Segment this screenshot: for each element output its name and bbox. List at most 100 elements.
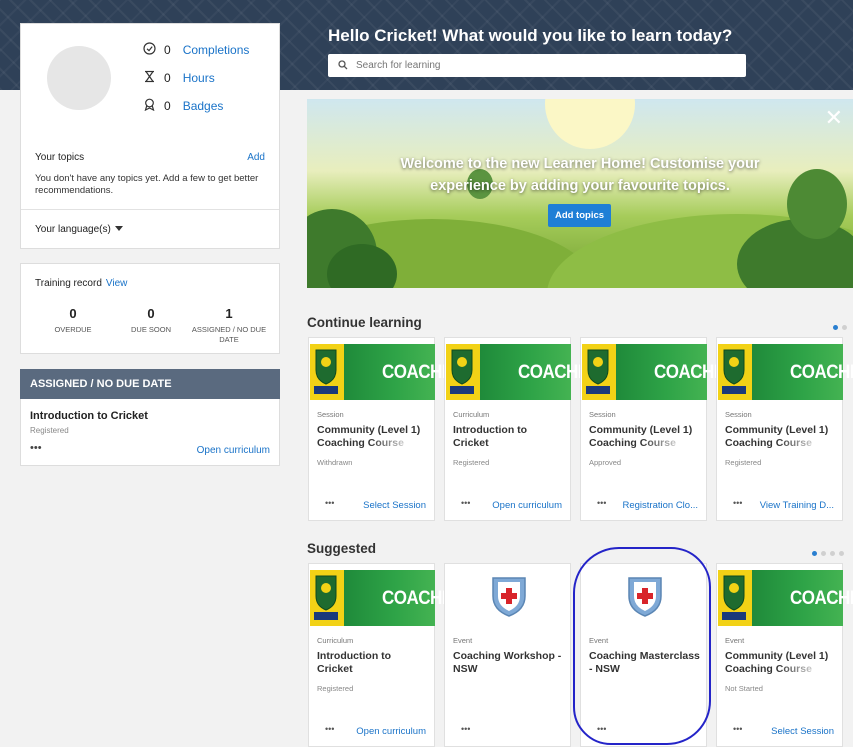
close-icon[interactable]: ✕ bbox=[825, 107, 843, 129]
coaching-thumbnail[interactable]: COACHING bbox=[310, 344, 471, 400]
event-thumbnail[interactable] bbox=[446, 570, 571, 626]
tile-type: Curriculum bbox=[453, 410, 490, 419]
language-dropdown[interactable]: Your language(s) bbox=[35, 224, 123, 235]
coaching-thumbnail[interactable]: COACHING bbox=[310, 570, 471, 626]
more-options-icon[interactable]: ••• bbox=[30, 442, 42, 454]
welcome-banner: Welcome to the new Learner Home! Customi… bbox=[307, 99, 853, 288]
badges-stat[interactable]: 0 Badges bbox=[143, 98, 223, 114]
tile-status: Registered bbox=[725, 458, 762, 467]
tile-title[interactable]: Introduction to Cricket bbox=[453, 424, 568, 450]
more-options-icon[interactable]: ••• bbox=[325, 724, 334, 734]
tile-title[interactable]: Community (Level 1) Coaching Course bbox=[589, 424, 704, 450]
badges-link[interactable]: Badges bbox=[183, 99, 224, 113]
course-tile[interactable]: COACHING Curriculum Introduction to Cricket… bbox=[308, 563, 471, 747]
course-tile[interactable]: COACHING Curriculum Introduction to Cricket… bbox=[444, 337, 607, 521]
assigned-item-title: Introduction to Cricket bbox=[30, 410, 148, 422]
completions-stat[interactable]: 0 Completions bbox=[143, 42, 249, 58]
tile-title-line: Coaching Course bbox=[589, 437, 676, 449]
training-record-view-link[interactable]: View bbox=[106, 278, 128, 289]
course-tile[interactable]: COACHING Event Community (Level 1)Coaching… bbox=[716, 563, 853, 747]
course-tile[interactable]: COACHING Session Community (Level 1)Coachi… bbox=[716, 337, 853, 521]
assigned-item-status: Registered bbox=[30, 426, 69, 435]
coaching-thumbnail[interactable]: COACHING bbox=[582, 344, 743, 400]
course-tile[interactable]: Event Coaching Workshop - NSW ••• bbox=[444, 563, 571, 747]
carousel-indicator[interactable] bbox=[812, 551, 844, 556]
continue-learning-heading: Continue learning bbox=[307, 315, 422, 330]
more-options-icon[interactable]: ••• bbox=[461, 498, 470, 508]
tile-title-line: Cricket bbox=[317, 663, 353, 675]
tile-type: Session bbox=[725, 410, 752, 419]
carousel-dot[interactable] bbox=[821, 551, 826, 556]
more-options-icon[interactable]: ••• bbox=[597, 498, 606, 508]
search-input[interactable] bbox=[356, 60, 736, 71]
tile-title-line: Coaching Workshop - bbox=[453, 650, 562, 662]
tile-title[interactable]: Community (Level 1) Coaching Course bbox=[725, 650, 840, 676]
due-soon-stat: 0 DUE SOON bbox=[111, 306, 191, 335]
tile-title[interactable]: Community (Level 1) Coaching Course bbox=[725, 424, 840, 450]
tile-title[interactable]: Community (Level 1) Coaching Course bbox=[317, 424, 432, 450]
tile-title-line: Community (Level 1) bbox=[317, 424, 421, 436]
tile-type: Session bbox=[589, 410, 616, 419]
divider bbox=[21, 209, 279, 210]
tile-title-line: Community (Level 1) bbox=[589, 424, 693, 436]
tile-status: Approved bbox=[589, 458, 622, 467]
tile-title-line: Cricket bbox=[453, 437, 489, 449]
carousel-dot[interactable] bbox=[833, 325, 838, 330]
carousel-dot[interactable] bbox=[839, 551, 844, 556]
topics-empty-text: You don't have any topics yet. Add a few… bbox=[35, 173, 259, 196]
caret-down-icon bbox=[114, 224, 123, 235]
tile-title[interactable]: Introduction to Cricket bbox=[317, 650, 432, 676]
add-topics-button[interactable]: Add topics bbox=[548, 204, 611, 227]
thumbnail-label: COACHING bbox=[790, 360, 853, 383]
topics-add-link[interactable]: Add bbox=[247, 152, 265, 163]
avatar bbox=[47, 46, 111, 110]
training-record-title: Training record bbox=[35, 278, 102, 289]
topics-heading: Your topics bbox=[35, 152, 85, 163]
cricket-crest-icon bbox=[314, 349, 338, 394]
tile-title-line: Introduction to bbox=[453, 424, 528, 436]
tile-status: Registered bbox=[453, 458, 490, 467]
carousel-indicator[interactable] bbox=[833, 325, 847, 330]
completions-link[interactable]: Completions bbox=[183, 43, 250, 57]
tile-action-link[interactable]: Registration Clo... bbox=[622, 500, 698, 511]
cricket-crest-icon bbox=[722, 349, 746, 394]
tile-action-link[interactable]: View Training D... bbox=[760, 500, 834, 511]
tile-title-line: Community (Level 1) bbox=[725, 424, 829, 436]
tile-action-link[interactable]: Open curriculum bbox=[356, 726, 426, 737]
assigned-label: ASSIGNED / NO DUE DATE bbox=[191, 325, 267, 344]
hours-stat[interactable]: 0 Hours bbox=[143, 70, 215, 86]
open-curriculum-link[interactable]: Open curriculum bbox=[197, 445, 270, 456]
tile-title[interactable]: Coaching Workshop - NSW bbox=[453, 650, 568, 676]
badges-count: 0 bbox=[164, 99, 171, 113]
check-circle-icon bbox=[143, 42, 156, 58]
more-options-icon[interactable]: ••• bbox=[733, 498, 742, 508]
coaching-thumbnail[interactable]: COACHING bbox=[718, 570, 853, 626]
profile-card: 0 Completions 0 Hours 0 Badges Your topi… bbox=[20, 23, 280, 249]
shield-cross-icon bbox=[489, 574, 529, 623]
coaching-thumbnail[interactable]: COACHING bbox=[718, 344, 853, 400]
hours-link[interactable]: Hours bbox=[183, 71, 215, 85]
tile-action-link[interactable]: Select Session bbox=[771, 726, 834, 737]
carousel-dot[interactable] bbox=[830, 551, 835, 556]
tile-title-line: NSW bbox=[453, 663, 478, 675]
tile-title-line: Community (Level 1) bbox=[725, 650, 829, 662]
search-box[interactable] bbox=[328, 54, 746, 77]
tile-action-link[interactable]: Open curriculum bbox=[492, 500, 562, 511]
carousel-dot[interactable] bbox=[842, 325, 847, 330]
more-options-icon[interactable]: ••• bbox=[733, 724, 742, 734]
training-record-heading: Training record View bbox=[35, 278, 127, 289]
course-tile[interactable]: COACHING Session Community (Level 1)Coachi… bbox=[308, 337, 471, 521]
coaching-thumbnail[interactable]: COACHING bbox=[446, 344, 607, 400]
more-options-icon[interactable]: ••• bbox=[461, 724, 470, 734]
suggested-heading: Suggested bbox=[307, 541, 377, 556]
tile-action-link[interactable]: Select Session bbox=[363, 500, 426, 511]
tile-type: Event bbox=[453, 636, 473, 645]
carousel-dot[interactable] bbox=[812, 551, 817, 556]
hours-count: 0 bbox=[164, 71, 171, 85]
tile-status: Not Started bbox=[725, 684, 763, 693]
due-soon-label: DUE SOON bbox=[130, 325, 171, 334]
more-options-icon[interactable]: ••• bbox=[325, 498, 334, 508]
course-tile[interactable]: COACHING Session Community (Level 1)Coachi… bbox=[580, 337, 743, 521]
training-record-card: Training record View 0 OVERDUE 0 DUE SOON… bbox=[20, 263, 280, 354]
completions-count: 0 bbox=[164, 43, 171, 57]
